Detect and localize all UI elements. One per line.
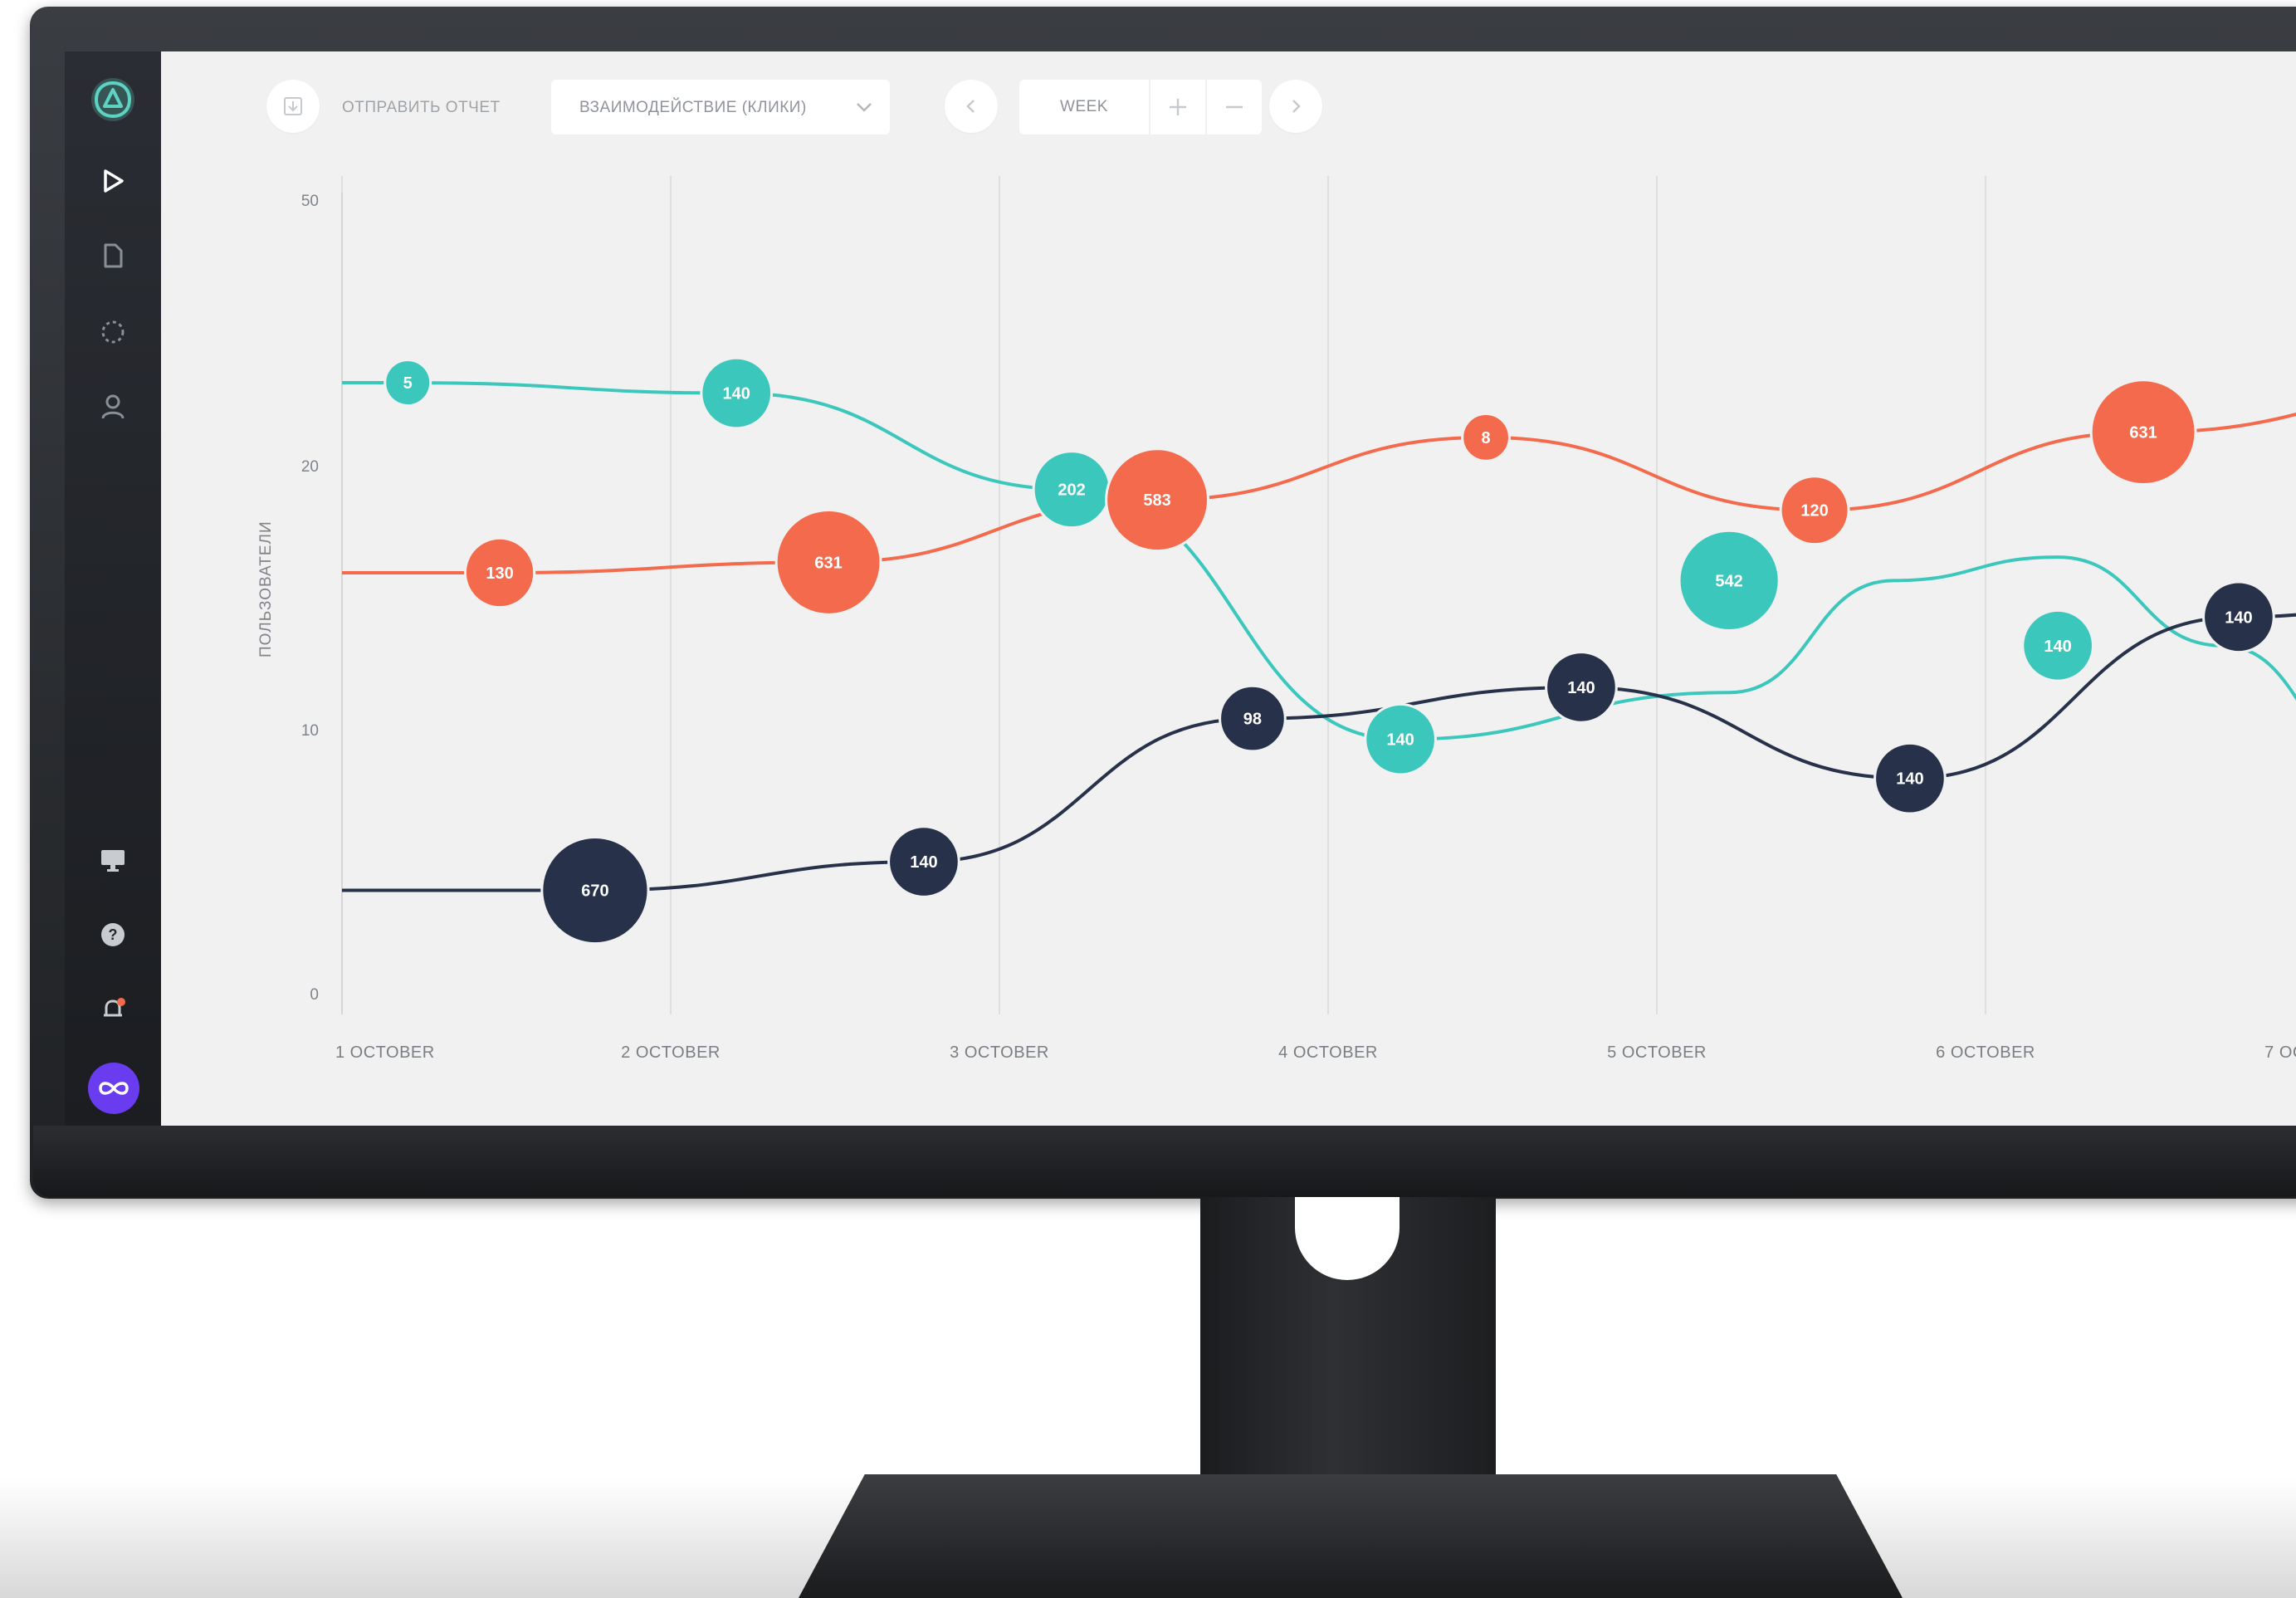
y-tick-label: 0 [310, 986, 319, 1004]
x-tick-label: 4 OCTOBER [1278, 1043, 1378, 1062]
series-line [342, 613, 2296, 892]
avatar-infinity-icon[interactable] [88, 1063, 139, 1114]
logo-icon[interactable] [90, 76, 136, 123]
bubble-label: 120 [1800, 502, 1828, 520]
bubble-label: 140 [2225, 608, 2252, 627]
x-tick-label: 1 OCTOBER [335, 1043, 435, 1062]
screen: ? ОТПРАВИТЬ ОТЧЕТ ВЗАИМОДЕЙСТВИЕ (КЛИКИ)… [65, 51, 2296, 1126]
x-tick-label: 7 OCTOBER [2264, 1043, 2296, 1062]
bubble-label: 98 [1243, 711, 1262, 729]
bubble-label: 8 [1482, 429, 1491, 447]
notification-dot [117, 998, 125, 1006]
bubble-label: 140 [1386, 731, 1414, 750]
play-icon[interactable] [90, 158, 136, 204]
bubble-label: 202 [1058, 481, 1085, 500]
bubble-label: 140 [723, 385, 750, 403]
document-icon[interactable] [90, 232, 136, 279]
bubble-label: 583 [1143, 491, 1170, 510]
user-icon[interactable] [90, 384, 136, 430]
y-tick-label: 20 [301, 458, 319, 476]
bubble-label: 631 [814, 554, 842, 572]
x-tick-label: 3 OCTOBER [950, 1043, 1049, 1062]
monitor-chin [33, 1126, 2296, 1197]
bubble-label: 542 [1715, 572, 1742, 590]
bubble-label: 140 [1567, 679, 1595, 697]
help-icon[interactable]: ? [90, 911, 136, 958]
svg-text:?: ? [109, 926, 118, 943]
bubble-label: 140 [910, 853, 937, 872]
bubble-label: 140 [2044, 638, 2071, 656]
y-tick-label: 50 [301, 193, 319, 210]
bubble-label: 130 [486, 564, 513, 583]
y-tick-label: 10 [301, 722, 319, 740]
line-bubble-chart: 5140202140542140341306315838120631670140… [257, 176, 2296, 1062]
sidebar: ? [65, 51, 161, 1126]
x-tick-label: 2 OCTOBER [621, 1043, 721, 1062]
series-line [342, 413, 2296, 574]
x-tick-label: 5 OCTOBER [1607, 1043, 1707, 1062]
main-area: ОТПРАВИТЬ ОТЧЕТ ВЗАИМОДЕЙСТВИЕ (КЛИКИ) W… [161, 51, 2296, 1126]
dashed-circle-icon[interactable] [90, 309, 136, 355]
monitor-stand-base [799, 1474, 1903, 1598]
bubble-label: 670 [581, 882, 608, 901]
x-tick-label: 6 OCTOBER [1936, 1043, 2035, 1062]
bubble-label: 140 [1896, 770, 1923, 789]
bubble-label: 631 [2129, 424, 2157, 442]
monitor-icon[interactable] [90, 837, 136, 883]
bubble-label: 5 [403, 374, 413, 393]
y-axis-label: ПОЛЬЗОВАТЕЛИ [257, 520, 275, 657]
bell-icon[interactable] [90, 986, 136, 1033]
